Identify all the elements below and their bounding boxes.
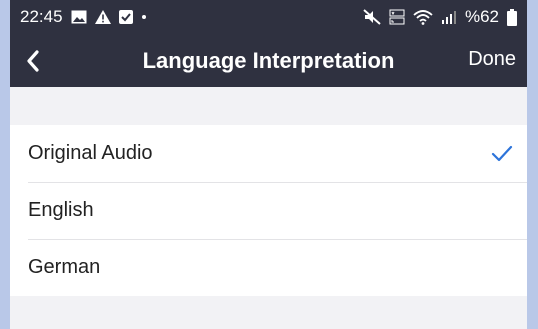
- option-original-audio[interactable]: Original Audio: [10, 125, 527, 182]
- signal-icon: [441, 9, 457, 25]
- status-bar: 22:45 %62: [10, 0, 527, 34]
- battery-icon: [507, 8, 517, 26]
- option-english[interactable]: English: [10, 182, 527, 239]
- section-spacer: [10, 87, 527, 125]
- option-label: Original Audio: [28, 142, 153, 164]
- nav-bar: Language Interpretation Done: [10, 34, 527, 87]
- language-options-list: Original Audio English German: [10, 125, 527, 296]
- dot-icon: [141, 14, 147, 20]
- page-title: Language Interpretation: [142, 47, 395, 73]
- option-label: English: [28, 199, 94, 221]
- checkbox-icon: [118, 10, 133, 24]
- wifi-icon: [413, 9, 433, 25]
- status-time: 22:45: [20, 7, 63, 26]
- battery-percent: %62: [464, 7, 499, 26]
- status-bar-left: 22:45: [20, 7, 147, 27]
- back-chevron-icon[interactable]: [22, 48, 46, 74]
- volte-icon: [389, 9, 405, 25]
- warning-icon: [94, 10, 111, 24]
- done-button[interactable]: Done: [468, 48, 516, 71]
- option-label: German: [28, 256, 101, 278]
- status-bar-right: %62: [363, 7, 517, 27]
- option-german[interactable]: German: [10, 239, 527, 296]
- image-icon: [71, 10, 87, 24]
- phone-screen: 22:45 %62 Language Interpretation Done O…: [10, 0, 527, 329]
- mute-icon: [363, 9, 381, 25]
- checkmark-icon: [491, 145, 513, 163]
